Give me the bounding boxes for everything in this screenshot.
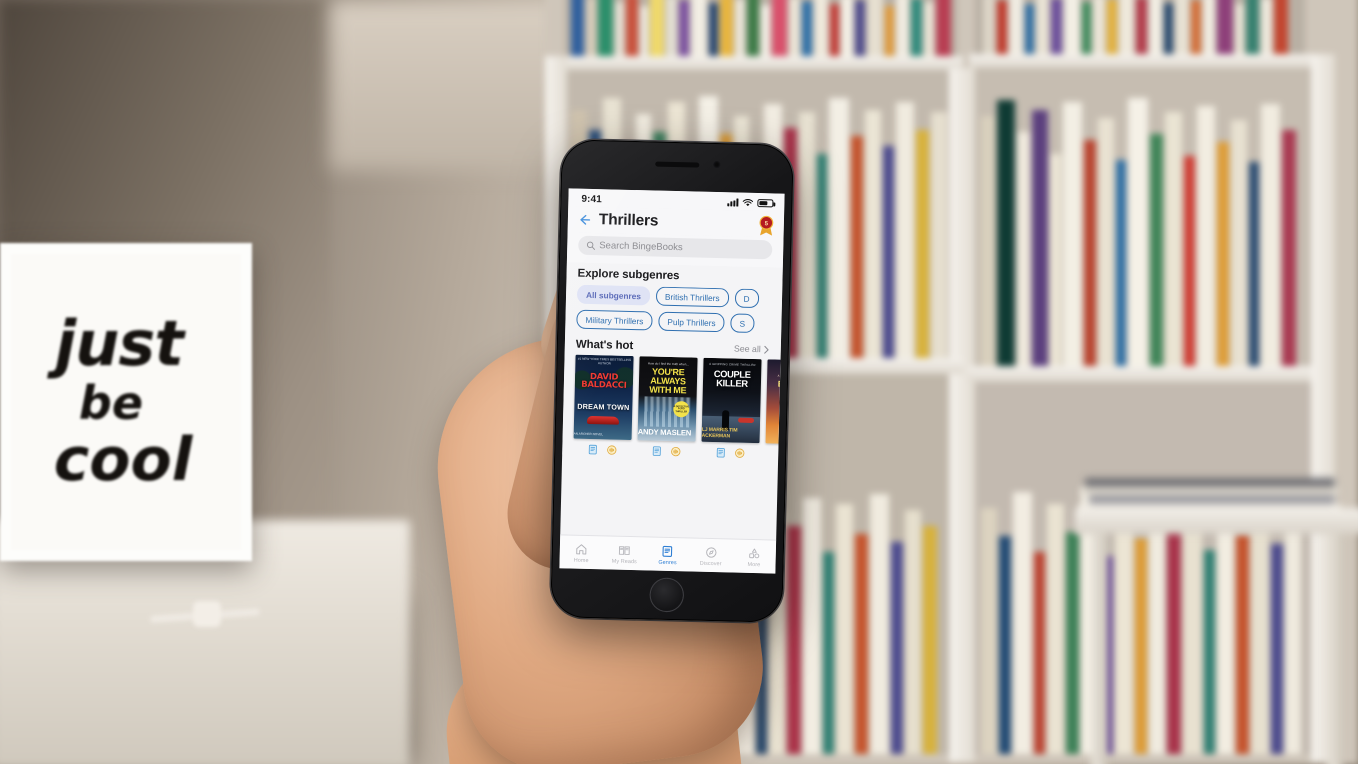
ebook-icon[interactable] xyxy=(715,447,726,458)
subgenre-chip-row-2: Military Thrillers Pulp Thrillers S xyxy=(576,309,781,334)
tab-label: My Reads xyxy=(611,558,637,565)
whats-hot-heading: What's hot xyxy=(575,338,634,353)
page-title: Thrillers xyxy=(598,211,659,230)
tab-label: More xyxy=(747,561,761,568)
see-all-label: See all xyxy=(733,343,761,355)
subgenre-chip-row-1: All subgenres British Thrillers D xyxy=(576,284,782,309)
book-card[interactable]: How do I find the truth when... YOU'RE A… xyxy=(637,356,698,457)
chip-all-subgenres[interactable]: All subgenres xyxy=(576,284,651,306)
home-icon xyxy=(576,544,587,555)
book-author: DAVID BALDACCI xyxy=(581,371,627,391)
book-author: LJ MARRIS TIM ACKERMAN xyxy=(701,426,738,440)
cellular-signal-icon xyxy=(727,198,739,207)
chip-pulp-thrillers[interactable]: Pulp Thrillers xyxy=(658,311,725,333)
book-author: ANDY MASLEN xyxy=(637,427,692,438)
bottom-tab-bar[interactable]: Home My Reads Genres Discover More xyxy=(559,534,777,574)
award-badge-icon[interactable]: 5 xyxy=(758,215,776,236)
tab-label: Discover xyxy=(699,560,722,568)
see-all-link[interactable]: See all xyxy=(734,344,770,355)
book-card[interactable]: A GRIPPING CRIME THRILLER COUPLE KILLER … xyxy=(701,357,762,459)
book-card[interactable]: WAYNE S A JESSE McDERMITT NOVEL ELU GHA xyxy=(765,359,781,459)
book-title: ELU GHA xyxy=(777,378,781,390)
tab-discover[interactable]: Discover xyxy=(690,546,732,568)
more-grid-icon xyxy=(749,548,760,559)
poster-line-3: cool xyxy=(53,424,193,495)
chevron-right-icon xyxy=(764,345,769,354)
book-cover[interactable]: WAYNE S A JESSE McDERMITT NOVEL ELU GHA xyxy=(765,359,781,445)
book-kicker: How do I find the truth when... xyxy=(647,361,690,367)
back-arrow-icon[interactable] xyxy=(578,213,592,227)
search-icon xyxy=(586,241,595,250)
ebook-icon[interactable] xyxy=(651,446,662,457)
poster-line-2: be xyxy=(78,376,144,431)
smartphone: 9:41 Thrillers 5 Search BingeBooks Explo… xyxy=(550,139,794,623)
audiobook-icon[interactable] xyxy=(670,446,681,457)
chip-british-thrillers[interactable]: British Thrillers xyxy=(655,286,729,308)
earpiece-speaker xyxy=(655,161,700,168)
tab-more[interactable]: More xyxy=(733,547,775,569)
navigation-header: Thrillers 5 xyxy=(567,206,785,238)
battery-icon xyxy=(757,199,774,208)
book-cover[interactable]: How do I find the truth when... YOU'RE A… xyxy=(637,356,698,442)
status-time: 9:41 xyxy=(581,193,602,205)
front-camera xyxy=(713,160,721,169)
chip-military-thrillers[interactable]: Military Thrillers xyxy=(576,309,653,331)
subgenre-chip-list[interactable]: All subgenres British Thrillers D Milita… xyxy=(565,284,782,339)
poster-line-1: just xyxy=(55,307,184,381)
book-cover[interactable]: #1 NEW YORK TIMES BESTSELLING AUTHOR DAV… xyxy=(573,354,634,441)
page-content: Explore subgenres All subgenres British … xyxy=(562,262,783,460)
compass-icon xyxy=(705,547,717,558)
chip-overflow-2[interactable]: S xyxy=(730,313,755,333)
tab-label: Home xyxy=(573,557,589,564)
book-card[interactable]: #1 NEW YORK TIMES BESTSELLING AUTHOR DAV… xyxy=(573,354,634,456)
side-table xyxy=(1075,468,1358,764)
book-title: YOU'RE ALWAYS WITH ME xyxy=(649,366,687,396)
format-icons xyxy=(765,443,780,459)
whats-hot-carousel[interactable]: #1 NEW YORK TIMES BESTSELLING AUTHOR DAV… xyxy=(562,354,781,459)
tab-label: Genres xyxy=(658,559,677,566)
format-icons xyxy=(573,439,631,456)
book-title: DREAM TOWN xyxy=(577,401,630,412)
ebook-icon[interactable] xyxy=(587,444,598,455)
search-placeholder: Search BingeBooks xyxy=(599,240,683,254)
audiobook-icon[interactable] xyxy=(606,444,617,455)
format-icons xyxy=(637,440,695,457)
home-button[interactable] xyxy=(650,578,684,612)
wifi-icon xyxy=(742,198,754,206)
chip-overflow-1[interactable]: D xyxy=(734,288,759,309)
format-icons xyxy=(701,442,759,459)
audiobook-icon[interactable] xyxy=(734,448,745,459)
book-title: COUPLE KILLER xyxy=(713,368,751,390)
photo-scene: just be cool 9:41 Thrillers 5 Search Bin… xyxy=(0,0,1358,764)
search-input[interactable]: Search BingeBooks xyxy=(578,235,773,260)
tab-my-reads[interactable]: My Reads xyxy=(603,544,645,566)
book-open-icon xyxy=(619,546,631,556)
phone-top-bezel xyxy=(561,139,794,194)
genres-icon xyxy=(662,546,673,558)
phone-screen: 9:41 Thrillers 5 Search BingeBooks Explo… xyxy=(559,188,785,574)
book-cover[interactable]: A GRIPPING CRIME THRILLER COUPLE KILLER … xyxy=(701,357,762,444)
book-kicker: A GRIPPING CRIME THRILLER xyxy=(709,361,756,368)
tab-home[interactable]: Home xyxy=(560,543,602,565)
tab-genres[interactable]: Genres xyxy=(646,545,688,567)
